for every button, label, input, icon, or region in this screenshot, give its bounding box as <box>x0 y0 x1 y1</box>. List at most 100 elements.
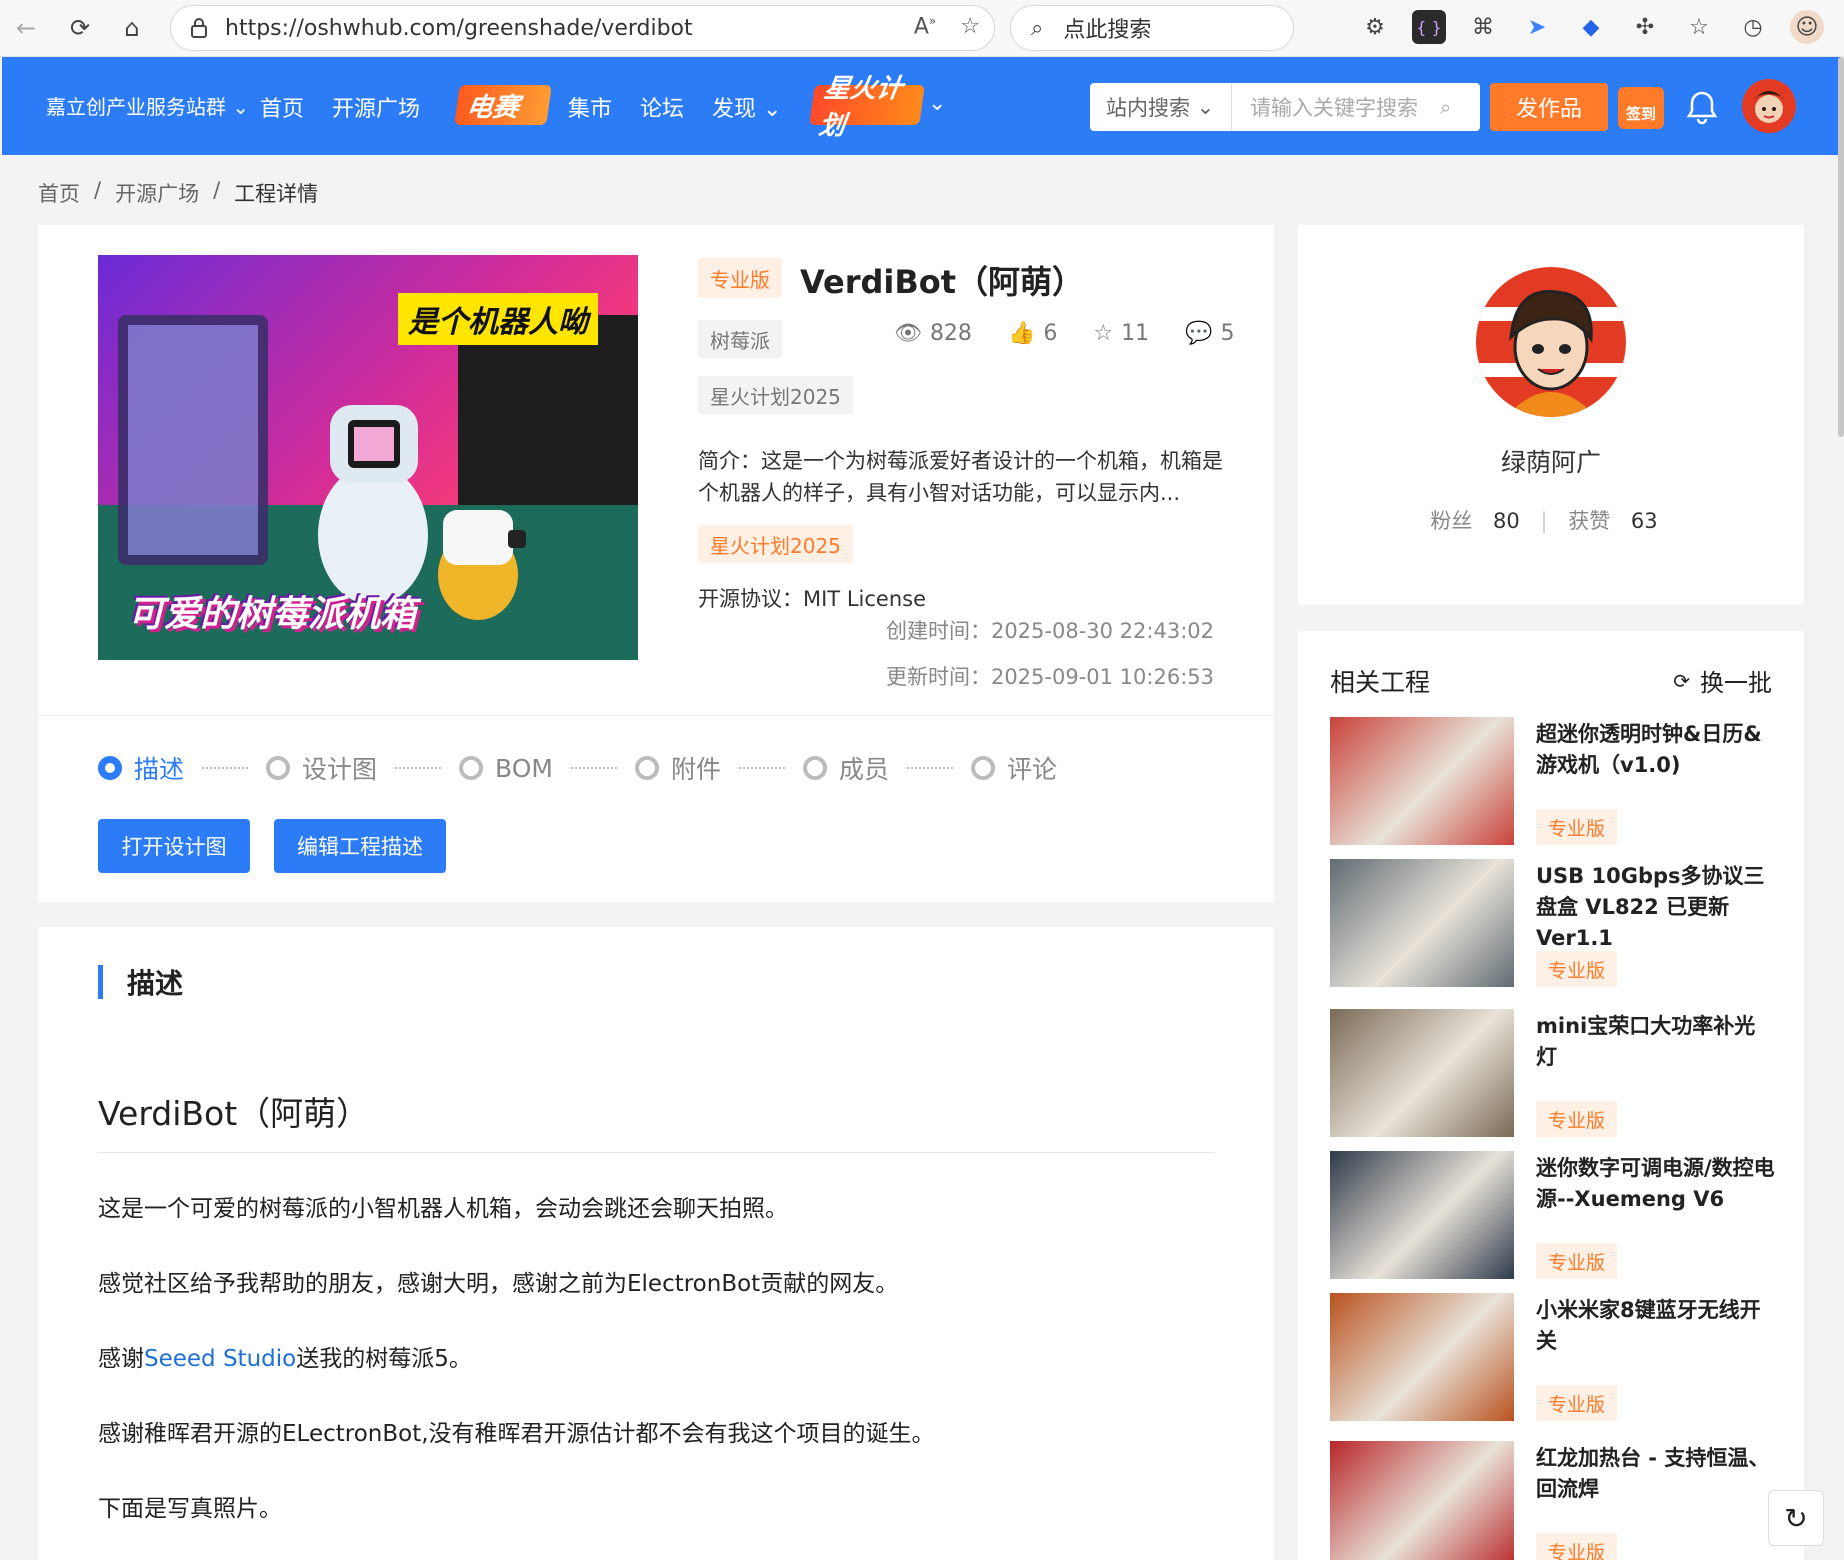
spark-plan-logo[interactable]: 星火计划 <box>809 74 925 141</box>
related-item-title[interactable]: mini宝荣口大功率补光灯 <box>1536 1011 1776 1073</box>
extension-command-icon[interactable]: ⌘ <box>1466 10 1500 44</box>
related-thumbnail[interactable] <box>1330 717 1514 845</box>
breadcrumb-home[interactable]: 首页 <box>38 178 80 208</box>
heading-accent-bar <box>98 965 103 999</box>
related-item-title[interactable]: 超迷你透明时钟&日历&游戏机（v1.0) <box>1536 719 1776 781</box>
address-bar[interactable]: https://oshwhub.com/greenshade/verdibot … <box>170 5 995 51</box>
stars-stat[interactable]: ☆ 11 <box>1093 321 1149 346</box>
edit-description-button[interactable]: 编辑工程描述 <box>274 819 446 873</box>
seeed-studio-link[interactable]: Seeed Studio <box>144 1346 296 1372</box>
step-connector <box>739 767 786 769</box>
browser-search-placeholder: 点此搜索 <box>1063 18 1152 43</box>
publish-button[interactable]: 发作品 <box>1490 83 1608 131</box>
section-steps: 描述 设计图 BOM 附件 成员 评论 <box>98 750 1057 786</box>
related-item[interactable]: 超迷你透明时钟&日历&游戏机（v1.0) 专业版 <box>1330 717 1776 847</box>
step-description[interactable]: 描述 <box>98 750 184 786</box>
likes-count: 63 <box>1630 509 1658 533</box>
page-scrollbar[interactable] <box>1838 57 1844 437</box>
nav-open-source[interactable]: 开源广场 <box>332 91 420 123</box>
edition-badge: 专业版 <box>1536 951 1618 987</box>
refresh-batch-button[interactable]: ⟳ 换一批 <box>1673 663 1772 698</box>
radio-icon <box>635 756 659 780</box>
category-tag[interactable]: 树莓派 <box>698 320 782 358</box>
chevron-down-icon[interactable]: ⌄ <box>928 91 946 116</box>
nav-market[interactable]: 集市 <box>568 91 612 123</box>
home-icon[interactable]: ⌂ <box>114 10 150 46</box>
comments-stat[interactable]: 💬 5 <box>1185 321 1234 346</box>
likes-stat[interactable]: 👍 6 <box>1008 321 1057 346</box>
extensions-puzzle-icon[interactable]: ✣ <box>1628 10 1662 44</box>
author-avatar[interactable] <box>1476 267 1626 417</box>
related-item-title[interactable]: 迷你数字可调电源/数控电源--Xuemeng V6 <box>1536 1153 1776 1215</box>
breadcrumb-current: 工程详情 <box>234 182 319 206</box>
favorites-icon[interactable]: ☆ <box>1682 10 1716 44</box>
radio-icon <box>98 756 122 780</box>
related-item-title[interactable]: 红龙加热台 - 支持恒温、回流焊 <box>1536 1443 1776 1505</box>
related-item-title[interactable]: USB 10Gbps多协议三盘盒 VL822 已更新Ver1.1 <box>1536 861 1776 954</box>
share-refresh-icon[interactable]: ↻ <box>1768 1490 1824 1546</box>
reload-icon[interactable]: ⟳ <box>62 10 98 46</box>
contest-logo[interactable]: 电赛 <box>454 85 552 125</box>
extension-translate-icon[interactable]: ◆ <box>1574 10 1608 44</box>
step-attachments[interactable]: 附件 <box>635 750 721 786</box>
author-card: 绿荫阿广 粉丝 80 | 获赞 63 <box>1298 225 1804 605</box>
step-members[interactable]: 成员 <box>803 750 889 786</box>
nav-forum[interactable]: 论坛 <box>640 91 684 123</box>
related-item-title[interactable]: 小米米家8键蓝牙无线开关 <box>1536 1295 1776 1357</box>
step-bom[interactable]: BOM <box>459 754 553 783</box>
breadcrumb-open-source[interactable]: 开源广场 <box>115 178 199 208</box>
site-search-input[interactable]: 请输入关键字搜索 <box>1232 92 1440 122</box>
project-intro: 简介：这是一个为树莓派爱好者设计的一个机箱，机箱是个机器人的样子，具有小智对话功… <box>698 449 1223 505</box>
related-item[interactable]: 小米米家8键蓝牙无线开关专业版 <box>1330 1293 1776 1423</box>
event-tag-orange[interactable]: 星火计划2025 <box>698 525 853 563</box>
description-card: 描述 VerdiBot（阿萌） 这是一个可爱的树莓派的小智机器人机箱，会动会跳还… <box>38 927 1274 1560</box>
related-item[interactable]: mini宝荣口大功率补光灯 专业版 <box>1330 1009 1776 1139</box>
browser-search-box[interactable]: ⌕ 点此搜索 <box>1010 5 1294 51</box>
open-design-button[interactable]: 打开设计图 <box>98 819 250 873</box>
project-title: VerdiBot（阿萌） <box>800 263 1085 301</box>
profile-avatar-icon[interactable]: ☺ <box>1790 10 1824 44</box>
project-cover-image[interactable]: 是个机器人呦 可爱的树莓派机箱 <box>98 255 638 660</box>
related-thumbnail[interactable] <box>1330 859 1514 987</box>
description-title: VerdiBot（阿萌） <box>98 1094 370 1133</box>
related-thumbnail[interactable] <box>1330 1151 1514 1279</box>
nav-discover[interactable]: 发现 ⌄ <box>712 91 781 123</box>
back-icon[interactable]: ← <box>8 10 44 46</box>
description-paragraph: 感谢稚晖君开源的ELectronBot,没有稚晖君开源估计都不会有我这个项目的诞… <box>98 1421 935 1447</box>
step-design[interactable]: 设计图 <box>266 750 377 786</box>
step-comments[interactable]: 评论 <box>971 750 1057 786</box>
extension-brackets-icon[interactable]: { } <box>1412 10 1446 44</box>
description-paragraph: 感觉社区给予我帮助的朋友，感谢大明，感谢之前为ElectronBot贡献的网友。 <box>98 1271 899 1297</box>
settings-gear-icon[interactable]: ⚙ <box>1358 10 1392 44</box>
edition-badge: 专业版 <box>698 258 782 298</box>
related-thumbnail[interactable] <box>1330 1009 1514 1137</box>
related-title: 相关工程 <box>1330 668 1431 697</box>
related-item[interactable]: 红龙加热台 - 支持恒温、回流焊 专业版 <box>1330 1441 1776 1560</box>
created-time: 创建时间：2025-08-30 22:43:02 <box>885 619 1214 643</box>
site-search[interactable]: 站内搜索 ⌄ 请输入关键字搜索 ⌕ <box>1090 83 1480 131</box>
user-avatar[interactable] <box>1742 79 1796 133</box>
radio-icon <box>459 756 484 780</box>
radio-icon <box>266 756 291 780</box>
signin-calendar-button[interactable]: 签到 <box>1618 87 1664 129</box>
related-thumbnail[interactable] <box>1330 1441 1514 1560</box>
history-icon[interactable]: ◷ <box>1736 10 1770 44</box>
search-scope-dropdown[interactable]: 站内搜索 ⌄ <box>1090 83 1232 131</box>
views-stat: 👁 828 <box>894 321 972 346</box>
related-item[interactable]: 迷你数字可调电源/数控电源--Xuemeng V6 专业版 <box>1330 1151 1776 1281</box>
author-name[interactable]: 绿荫阿广 <box>1298 443 1804 479</box>
related-thumbnail[interactable] <box>1330 1293 1514 1421</box>
bell-icon[interactable] <box>1682 87 1722 127</box>
event-tag[interactable]: 星火计划2025 <box>698 376 853 414</box>
lock-icon <box>187 16 211 40</box>
radio-icon <box>971 756 996 780</box>
search-icon[interactable]: ⌕ <box>1440 95 1480 119</box>
extension-plane-icon[interactable]: ➤ <box>1520 10 1554 44</box>
nav-home[interactable]: 首页 <box>260 91 304 123</box>
step-connector <box>907 767 954 769</box>
favorite-star-icon[interactable]: ☆ <box>960 14 980 39</box>
read-aloud-icon[interactable]: A» <box>914 14 936 39</box>
site-selector[interactable]: 嘉立创产业服务站群 ⌄ <box>46 91 249 120</box>
edition-badge: 专业版 <box>1536 1385 1618 1421</box>
related-item[interactable]: USB 10Gbps多协议三盘盒 VL822 已更新Ver1.1 专业版 <box>1330 859 1776 989</box>
